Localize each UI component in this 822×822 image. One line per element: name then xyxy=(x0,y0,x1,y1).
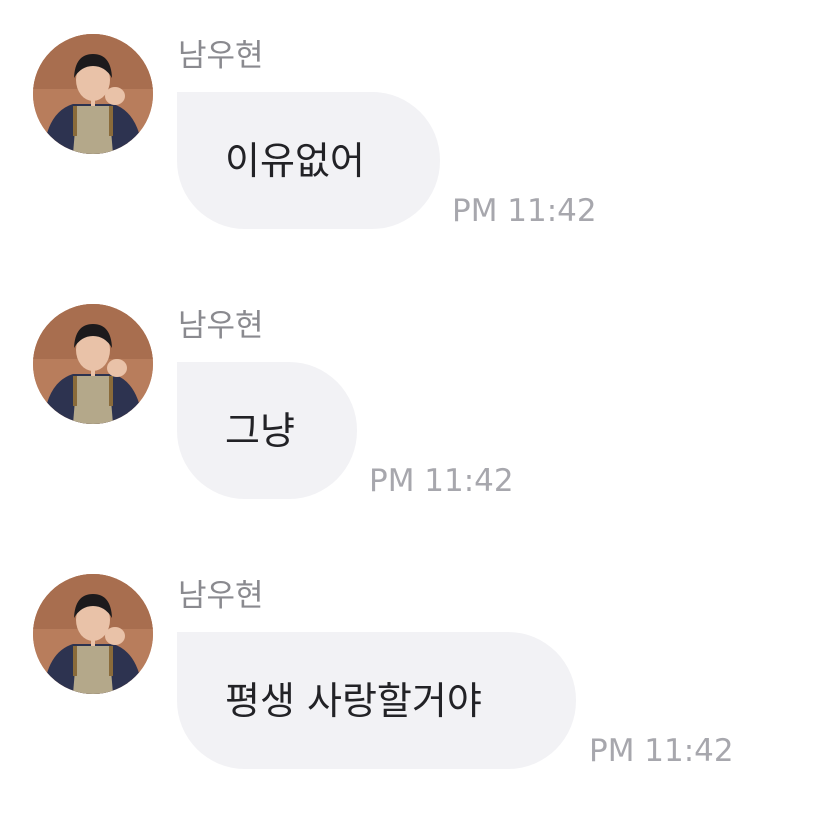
sender-name: 남우현 xyxy=(178,308,264,344)
avatar[interactable] xyxy=(33,34,153,154)
message-timestamp: PM 11:42 xyxy=(589,733,734,769)
message-text: 이유없어 xyxy=(225,138,365,183)
message-bubble[interactable]: 이유없어 xyxy=(177,92,440,229)
message-bubble[interactable]: 그냥 xyxy=(177,362,357,499)
avatar-photo-icon xyxy=(33,304,153,424)
message-timestamp: PM 11:42 xyxy=(369,463,514,499)
sender-name: 남우현 xyxy=(178,578,264,614)
message-text: 그냥 xyxy=(225,408,295,453)
message-text: 평생 사랑할거야 xyxy=(225,678,482,723)
avatar[interactable] xyxy=(33,304,153,424)
avatar[interactable] xyxy=(33,574,153,694)
avatar-photo-icon xyxy=(33,574,153,694)
message-bubble[interactable]: 평생 사랑할거야 xyxy=(177,632,576,769)
avatar-photo-icon xyxy=(33,34,153,154)
message-timestamp: PM 11:42 xyxy=(452,193,597,229)
sender-name: 남우현 xyxy=(178,38,264,74)
chat-thread: 남우현 이유없어 PM 11:42 남우현 그냥 PM 11:42 남우현 평생… xyxy=(0,0,822,822)
